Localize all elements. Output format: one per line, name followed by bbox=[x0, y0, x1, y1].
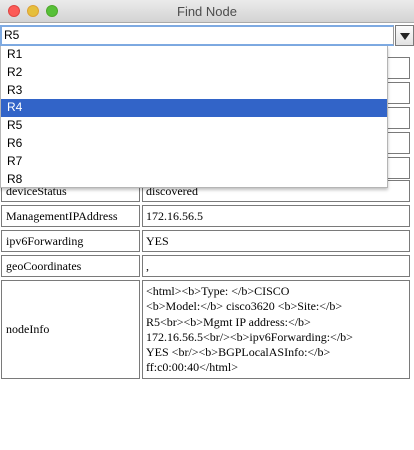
property-value-cell: 172.16.56.5 bbox=[142, 205, 410, 227]
dropdown-option[interactable]: R6 bbox=[1, 135, 387, 153]
node-search-input[interactable]: R5 bbox=[0, 25, 394, 46]
table-row: geoCoordinates , bbox=[0, 255, 414, 277]
property-name-cell: ManagementIPAddress bbox=[1, 205, 140, 227]
dropdown-option[interactable]: R8 bbox=[1, 171, 387, 187]
table-row: nodeInfo <html><b>Type: </b>CISCO <b>Mod… bbox=[0, 280, 414, 379]
title-bar: Find Node bbox=[0, 0, 414, 23]
node-dropdown-list: R1 R2 R3 R4 R5 R6 R7 R8 bbox=[0, 46, 388, 188]
dropdown-option[interactable]: R2 bbox=[1, 64, 387, 82]
property-name-cell: nodeInfo bbox=[1, 280, 140, 379]
dropdown-option[interactable]: R7 bbox=[1, 153, 387, 171]
combo-dropdown-button[interactable] bbox=[395, 25, 414, 46]
dropdown-option-highlighted[interactable]: R4 bbox=[1, 99, 387, 118]
node-combo-box[interactable]: R5 bbox=[0, 25, 414, 46]
property-name-cell: geoCoordinates bbox=[1, 255, 140, 277]
property-value-cell: YES bbox=[142, 230, 410, 252]
dropdown-option[interactable]: R3 bbox=[1, 82, 387, 100]
property-value-cell: <html><b>Type: </b>CISCO <b>Model:</b> c… bbox=[142, 280, 410, 379]
chevron-down-icon bbox=[400, 33, 410, 40]
window-title: Find Node bbox=[177, 4, 237, 19]
table-row: ipv6Forwarding YES bbox=[0, 230, 414, 252]
dropdown-option[interactable]: R5 bbox=[1, 117, 387, 135]
property-value-cell: , bbox=[142, 255, 410, 277]
table-row: ManagementIPAddress 172.16.56.5 bbox=[0, 205, 414, 227]
property-name-cell: ipv6Forwarding bbox=[1, 230, 140, 252]
dropdown-option[interactable]: R1 bbox=[1, 46, 387, 64]
